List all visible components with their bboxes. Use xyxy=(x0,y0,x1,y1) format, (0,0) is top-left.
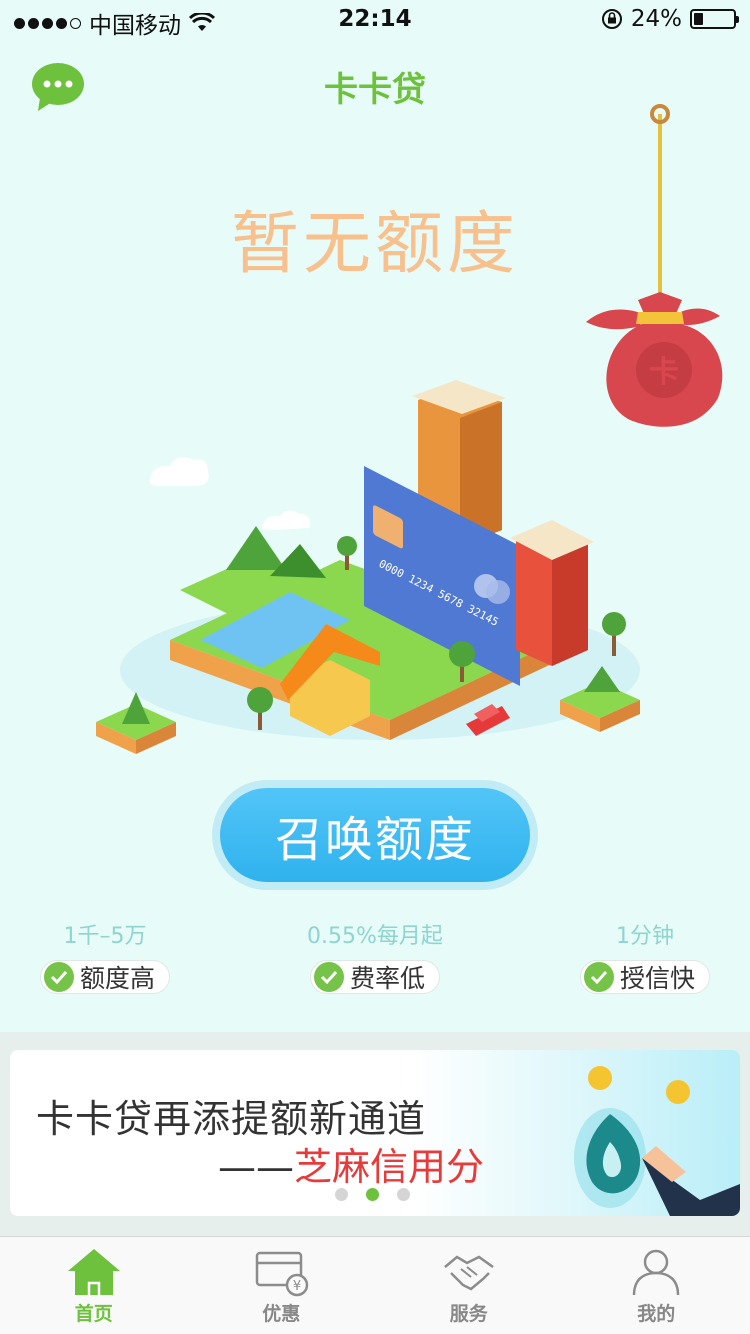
banner-highlight: 芝麻信用分 xyxy=(294,1145,485,1189)
tab-label: 我的 xyxy=(637,1303,676,1325)
banner-headline: 卡卡贷再添提额新通道 xyxy=(36,1097,427,1141)
cta-halo: 召唤额度 xyxy=(212,780,538,890)
carousel-indicator[interactable] xyxy=(335,1188,410,1201)
carousel-dot-active[interactable] xyxy=(366,1188,379,1201)
coupon-icon: ¥ xyxy=(256,1251,309,1297)
tab-label: 首页 xyxy=(74,1303,113,1325)
carousel-dot[interactable] xyxy=(335,1188,348,1201)
banner-dash: —— xyxy=(218,1145,294,1189)
battery-icon xyxy=(690,9,739,29)
tab-mine[interactable]: 我的 xyxy=(563,1237,750,1334)
island-illustration: 0000 1234 5678 32145 xyxy=(96,380,640,754)
feature-label: 授信快 xyxy=(619,964,695,993)
feature-tag: 授信快 xyxy=(579,960,710,994)
user-icon xyxy=(633,1249,680,1296)
orientation-lock-icon xyxy=(601,9,622,29)
feature-item: 1分钟 授信快 xyxy=(570,920,720,994)
cloud-icon xyxy=(149,457,209,486)
feature-item: 1千–5万 额度高 xyxy=(30,920,180,994)
status-bar: 中国移动 22:14 24% xyxy=(0,0,750,40)
feature-list: 1千–5万 额度高 0.55%每月起 费率低 1分钟 授信快 xyxy=(0,920,750,1010)
svg-text:¥: ¥ xyxy=(293,1279,301,1294)
check-icon xyxy=(313,962,344,992)
tab-coupons[interactable]: ¥ 优惠 xyxy=(188,1237,376,1334)
check-icon xyxy=(583,962,614,992)
feature-label: 额度高 xyxy=(79,964,155,993)
feature-tag: 额度高 xyxy=(39,960,170,994)
feature-value: 0.55%每月起 xyxy=(307,924,443,949)
feature-label: 费率低 xyxy=(349,964,425,993)
feature-item: 0.55%每月起 费率低 xyxy=(300,920,450,994)
zhima-credit-illustration xyxy=(574,1066,740,1216)
tab-label: 服务 xyxy=(449,1303,488,1325)
check-icon xyxy=(43,962,74,992)
promo-banner[interactable]: 卡卡贷再添提额新通道 ——芝麻信用分 xyxy=(10,1050,740,1216)
hero-section: 卡卡贷 暂无额度 卡 0000 1234 5678 32145 召唤额度 1千–… xyxy=(0,40,750,1032)
feature-value: 1分钟 xyxy=(616,924,674,949)
summon-quota-button[interactable]: 召唤额度 xyxy=(220,788,530,882)
tab-services[interactable]: 服务 xyxy=(375,1237,563,1334)
battery-percent: 24% xyxy=(630,6,682,32)
tab-label: 优惠 xyxy=(262,1303,301,1325)
handshake-icon xyxy=(443,1255,494,1291)
banner-subline: ——芝麻信用分 xyxy=(218,1136,484,1191)
carousel-dot[interactable] xyxy=(397,1188,410,1201)
tab-bar: 首页 ¥ 优惠 服务 我的 xyxy=(0,1236,750,1334)
feature-value: 1千–5万 xyxy=(63,924,147,949)
tab-home[interactable]: 首页 xyxy=(0,1237,188,1334)
feature-tag: 费率低 xyxy=(309,960,440,994)
home-icon xyxy=(67,1249,120,1295)
